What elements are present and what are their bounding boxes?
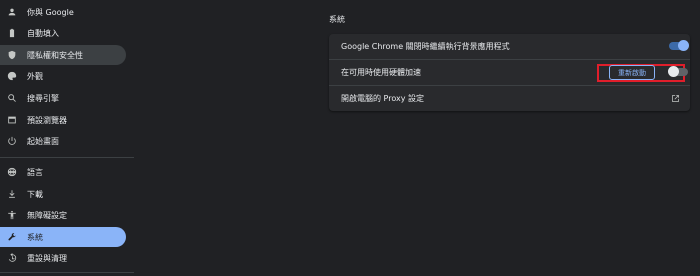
sidebar-item-downloads[interactable]: 下載 xyxy=(0,184,126,204)
sidebar-item-accessibility[interactable]: 無障礙設定 xyxy=(0,205,126,225)
accessibility-icon xyxy=(6,209,18,221)
open-in-new-icon[interactable] xyxy=(671,94,680,103)
clipboard-icon xyxy=(6,27,18,39)
setting-row-background-apps[interactable]: Google Chrome 關閉時繼續執行背景應用程式 xyxy=(329,34,690,59)
relaunch-button[interactable]: 重新啟動 xyxy=(609,65,655,80)
power-icon xyxy=(6,135,18,147)
section-title: 系統 xyxy=(329,15,345,24)
sidebar-item-label: 系統 xyxy=(27,232,43,242)
sidebar-item-reset[interactable]: 重設與清理 xyxy=(0,248,126,268)
sidebar-item-privacy[interactable]: 隱私權和安全性 xyxy=(0,45,126,65)
sidebar-item-label: 語言 xyxy=(27,167,43,177)
wrench-icon xyxy=(6,231,18,243)
toggle-knob xyxy=(678,40,689,51)
sidebar-item-search-engine[interactable]: 搜尋引擎 xyxy=(0,88,126,108)
sidebar-item-label: 預設瀏覽器 xyxy=(27,115,67,125)
hardware-acceleration-toggle[interactable] xyxy=(668,66,688,77)
sidebar-item-label: 隱私權和安全性 xyxy=(27,50,83,60)
sidebar-item-label: 搜尋引擎 xyxy=(27,93,59,103)
setting-label: 開啟電腦的 Proxy 設定 xyxy=(341,94,424,103)
setting-label: Google Chrome 關閉時繼續執行背景應用程式 xyxy=(341,42,510,51)
setting-row-hardware-acceleration[interactable]: 在可用時使用硬體加速 重新啟動 xyxy=(329,59,690,85)
sidebar-item-default-browser[interactable]: 預設瀏覽器 xyxy=(0,110,126,130)
setting-row-proxy[interactable]: 開啟電腦的 Proxy 設定 xyxy=(329,85,690,111)
sidebar-item-label: 起始畫面 xyxy=(27,136,59,146)
shield-icon xyxy=(6,49,18,61)
sidebar-item-label: 無障礙設定 xyxy=(27,210,67,220)
sidebar-item-autofill[interactable]: 自動填入 xyxy=(0,23,126,43)
search-icon xyxy=(6,92,18,104)
toggle-knob xyxy=(668,66,679,77)
sidebar-item-label: 外觀 xyxy=(27,71,43,81)
setting-label: 在可用時使用硬體加速 xyxy=(341,68,421,77)
globe-icon xyxy=(6,166,18,178)
palette-icon xyxy=(6,70,18,82)
sidebar-item-appearance[interactable]: 外觀 xyxy=(0,66,126,86)
sidebar-item-label: 自動填入 xyxy=(27,28,59,38)
sidebar-item-label: 重設與清理 xyxy=(27,253,67,263)
sidebar-item-languages[interactable]: 語言 xyxy=(0,162,126,182)
background-apps-toggle[interactable] xyxy=(669,40,689,51)
sidebar: 你與 Google 自動填入 隱私權和安全性 外觀 搜尋引擎 預設瀏覽器 起始畫… xyxy=(0,0,136,276)
sidebar-item-on-startup[interactable]: 起始畫面 xyxy=(0,131,126,151)
system-settings-card: Google Chrome 關閉時繼續執行背景應用程式 在可用時使用硬體加速 重… xyxy=(329,34,690,111)
sidebar-item-system[interactable]: 系統 xyxy=(0,227,126,247)
reset-icon xyxy=(6,252,18,264)
sidebar-divider xyxy=(0,157,134,158)
browser-icon xyxy=(6,114,18,126)
download-icon xyxy=(6,188,18,200)
sidebar-item-label: 你與 Google xyxy=(27,7,74,17)
sidebar-item-label: 下載 xyxy=(27,189,43,199)
sidebar-item-you-and-google[interactable]: 你與 Google xyxy=(0,2,126,22)
sidebar-divider xyxy=(0,272,134,273)
person-icon xyxy=(6,6,18,18)
